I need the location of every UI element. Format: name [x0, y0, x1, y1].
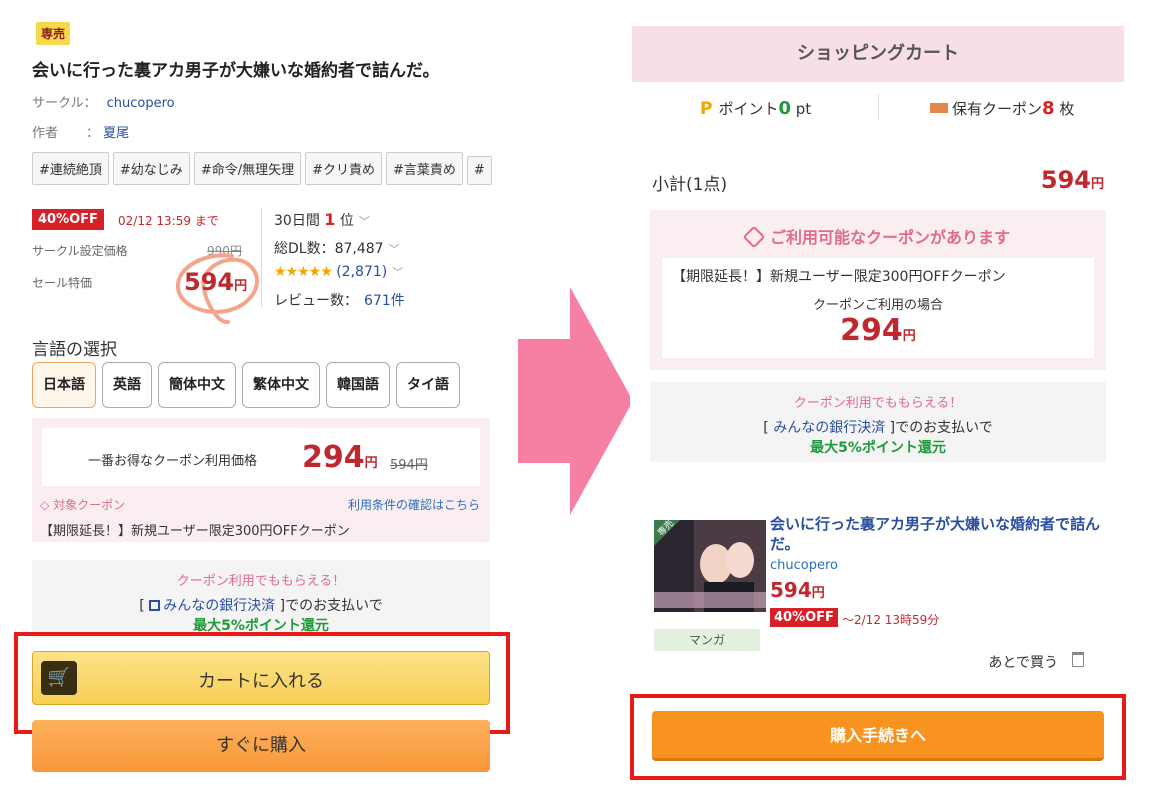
language-option-th[interactable]: タイ語	[396, 362, 460, 408]
exclusive-badge: 専売	[36, 22, 71, 45]
coupon-condition: クーポンご利用の場合	[812, 298, 943, 313]
set-price-label: サークル設定価格	[32, 244, 128, 258]
trash-icon[interactable]	[1072, 652, 1084, 667]
add-to-cart-button[interactable]: 🛒 カートに入れる	[32, 651, 490, 705]
coupon-panel: 一番お得なクーポン利用価格 294円 594円 ◇ 対象クーポン 利用条件の確認…	[32, 418, 490, 542]
tag-list: #連続絶頂 #幼なじみ #命令/無理矢理 #クリ責め #言葉責め #	[32, 152, 508, 186]
promo-text: [ みんなの銀行決済 ]でのお支払いで	[763, 420, 993, 436]
points-coupon-row: P ポイント0 pt 保有クーポン8 枚	[632, 92, 1124, 126]
author-link[interactable]: 夏尾	[103, 126, 129, 141]
right-arrow-icon	[518, 287, 633, 515]
checkout-button[interactable]: 購入手続きへ	[652, 711, 1104, 761]
tag-chip[interactable]: #言葉責め	[386, 152, 463, 185]
author-separator: ：	[86, 126, 100, 141]
coupon-price-label: 一番お得なクーポン利用価格	[88, 454, 258, 469]
product-title-link[interactable]: 会いに行った裏アカ男子が大嫌いな婚約者で詰んだ。	[770, 514, 1100, 554]
points-display: P ポイント0 pt	[700, 98, 812, 119]
genre-label: マンガ	[654, 629, 760, 651]
review-link[interactable]: 671件	[364, 293, 405, 309]
coupons-held[interactable]: 保有クーポン8 枚	[930, 98, 1074, 119]
language-option-ja[interactable]: 日本語	[32, 362, 96, 408]
author-label: 作者	[32, 126, 59, 141]
sale-price-label: セール特価	[32, 276, 93, 290]
language-option-en[interactable]: 英語	[102, 362, 152, 408]
available-coupon-panel: ご利用可能なクーポンがあります 【期限延長！】新規ユーザー限定300円OFFクー…	[650, 210, 1106, 370]
circle-label: サークル：	[32, 96, 97, 111]
coupon-name: 【期限延長！】新規ユーザー限定300円OFFクーポン	[40, 524, 350, 539]
promo-reward: 最大5%ポイント還元	[810, 440, 946, 456]
language-option-zh-cn[interactable]: 簡体中文	[158, 362, 236, 408]
tag-icon: ◇	[40, 498, 50, 512]
discount-badge: 40%OFF	[32, 209, 104, 230]
buy-now-button[interactable]: すぐに購入	[32, 720, 490, 772]
promo-headline: クーポン利用でももらえる！	[176, 574, 346, 589]
chevron-down-icon: ﹀	[392, 266, 404, 279]
language-option-zh-tw[interactable]: 繁体中文	[242, 362, 320, 408]
rating[interactable]: ★★★★★ (2,871) ﹀	[274, 264, 403, 280]
coupon-price-box: 一番お得なクーポン利用価格 294円 594円	[42, 428, 480, 486]
star-rating-icon: ★★★★★	[274, 264, 333, 280]
coupon-name: 【期限延長！】新規ユーザー限定300円OFFクーポン	[672, 269, 1006, 285]
tag-chip[interactable]: #命令/無理矢理	[193, 152, 302, 185]
download-count[interactable]: 総DL数：87,487 ﹀	[274, 238, 400, 258]
cart-item: 専売 マンガ 会いに行った裏アカ男子が大嫌いな婚約者で詰んだ。 chucoper…	[650, 506, 1106, 676]
cart-header: ショッピングカート	[632, 26, 1124, 82]
product-detail-panel: 専売 会いに行った裏アカ男子が大嫌いな婚約者で詰んだ。 サークル： chucope…	[14, 10, 510, 795]
coupon-price: 294円	[840, 313, 916, 348]
coupon-price: 294円	[302, 440, 378, 475]
coupon-tag-icon	[742, 225, 766, 249]
author-row: 作者 ：夏尾	[32, 122, 129, 141]
subtotal-value: 594円	[1040, 166, 1104, 194]
bank-payment-promo: クーポン利用でももらえる！ [ みんなの銀行決済 ]でのお支払いで 最大5%ポイ…	[650, 382, 1106, 462]
chevron-down-icon: ﹀	[358, 215, 370, 228]
sale-deadline: 〜2/12 13時59分	[842, 613, 940, 627]
new-window-icon	[149, 600, 161, 611]
target-coupon-label: ◇ 対象クーポン	[40, 498, 126, 512]
promo-text: [ みんなの銀行決済 ]でのお支払いで	[139, 598, 383, 614]
price-divider	[261, 208, 262, 308]
language-option-ko[interactable]: 韓国語	[326, 362, 390, 408]
language-selector: 日本語 英語 簡体中文 繁体中文 韓国語 タイ語	[32, 362, 466, 408]
bank-payment-link[interactable]: みんなの銀行決済	[163, 598, 275, 614]
product-thumbnail[interactable]: 専売	[654, 520, 766, 612]
circle-link[interactable]: chucopero	[107, 96, 175, 111]
discount-badge: 40%OFF	[770, 608, 838, 627]
terms-link[interactable]: 利用条件の確認はこちら	[348, 496, 480, 513]
sale-price: 594円	[184, 268, 248, 296]
tag-chip[interactable]: #	[466, 156, 492, 185]
review-count: レビュー数： 671件	[274, 293, 405, 309]
add-to-cart-label: カートに入れる	[198, 671, 324, 692]
bank-payment-promo: クーポン利用でももらえる！ [ みんなの銀行決済 ]でのお支払いで 最大5%ポイ…	[32, 560, 490, 638]
available-coupon-heading: ご利用可能なクーポンがあります	[650, 224, 1106, 249]
ranking[interactable]: 30日間 1 位 ﹀	[274, 210, 370, 230]
language-heading: 言語の選択	[32, 340, 117, 360]
points-icon: P	[700, 99, 713, 119]
tag-chip[interactable]: #連続絶頂	[32, 152, 109, 185]
coupon-ticket-icon	[930, 103, 948, 113]
product-circle-link[interactable]: chucopero	[770, 558, 838, 573]
tag-chip[interactable]: #幼なじみ	[112, 152, 190, 185]
chevron-down-icon: ﹀	[388, 243, 400, 256]
divider	[878, 94, 879, 120]
promo-headline: クーポン利用でももらえる！	[793, 396, 963, 411]
save-for-later-button[interactable]: あとで買う	[988, 652, 1058, 672]
tag-chip[interactable]: #クリ責め	[305, 152, 382, 185]
product-price: 594円	[770, 578, 825, 602]
bank-payment-link[interactable]: みんなの銀行決済	[773, 420, 885, 436]
shopping-cart-panel: ショッピングカート P ポイント0 pt 保有クーポン8 枚 小計(1点) 594…	[630, 26, 1126, 786]
coupon-original-price: 594円	[390, 458, 428, 473]
circle-row: サークル： chucopero	[32, 92, 175, 111]
work-title: 会いに行った裏アカ男子が大嫌いな婚約者で詰んだ。	[32, 61, 440, 81]
sale-deadline: 02/12 13:59 まで	[118, 214, 219, 228]
available-coupon-card[interactable]: 【期限延長！】新規ユーザー限定300円OFFクーポン クーポンご利用の場合 29…	[662, 258, 1094, 358]
subtotal-label: 小計(1点)	[652, 175, 728, 195]
